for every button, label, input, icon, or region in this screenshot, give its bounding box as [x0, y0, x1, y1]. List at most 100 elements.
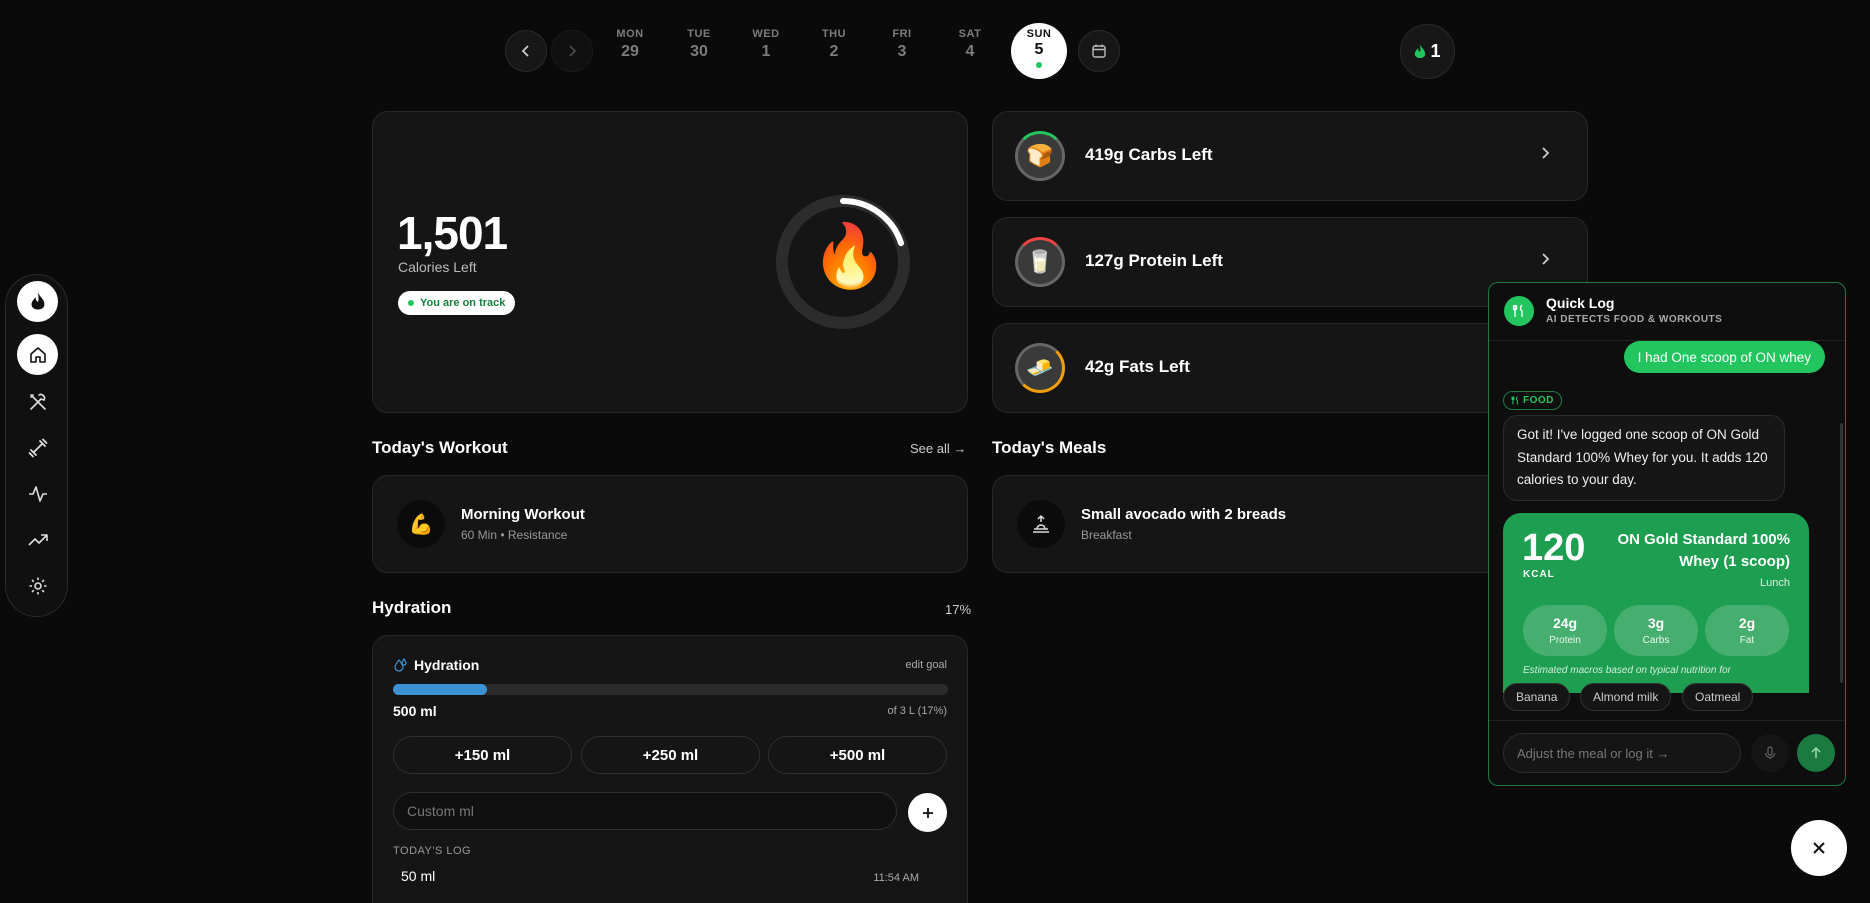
chevron-right-icon [1542, 253, 1550, 265]
day-name: SAT [958, 28, 982, 40]
next-day-button[interactable] [551, 30, 593, 72]
day-thu[interactable]: THU 2 [809, 28, 859, 61]
sidebar-item-meals[interactable] [17, 381, 58, 422]
day-wed[interactable]: WED 1 [741, 28, 791, 61]
macro-value: 24g [1552, 615, 1578, 631]
chevron-right-icon [1542, 147, 1550, 159]
chat-scrollbar[interactable] [1840, 423, 1843, 683]
todays-log-title: TODAY'S LOG [393, 845, 472, 857]
user-message: I had One scoop of ON whey [1623, 341, 1825, 373]
macro-card-carbs[interactable]: 🍞 419g Carbs Left [992, 111, 1588, 201]
meal-label: Lunch [1760, 577, 1790, 589]
add-500ml-button[interactable]: +500 ml [768, 736, 947, 774]
hydration-goal: of 3 L (17%) [887, 705, 947, 717]
day-name: TUE [687, 28, 711, 40]
hydration-percent: 17% [945, 602, 972, 617]
flame-logo-icon [30, 291, 44, 309]
fats-label: 42g Fats Left [1085, 357, 1190, 376]
hydration-amount: 500 ml [393, 703, 437, 719]
see-all-link[interactable]: See all → [910, 441, 966, 456]
activity-icon [28, 485, 47, 502]
macro-value: 2g [1738, 615, 1756, 631]
chevron-left-icon [521, 45, 529, 57]
today-dot [1036, 62, 1042, 68]
close-icon [1813, 842, 1825, 854]
quick-log-subtitle: AI DETECTS FOOD & WORKOUTS [1546, 314, 1723, 325]
protein-label: 127g Protein Left [1085, 251, 1223, 270]
workout-card[interactable]: 💪 Morning Workout 60 Min • Resistance [372, 475, 968, 573]
utensils-badge-icon [1504, 296, 1534, 326]
day-number: 29 [621, 43, 639, 60]
macro-fat-pill: 2g Fat [1705, 605, 1789, 656]
prev-day-button[interactable] [505, 30, 547, 72]
day-sat[interactable]: SAT 4 [945, 28, 995, 61]
meal-type: Breakfast [1081, 528, 1132, 542]
flame-icon [1415, 43, 1426, 58]
microphone-icon [1764, 746, 1776, 759]
suggestion-chip[interactable]: Banana [1503, 683, 1571, 711]
meals-section-title: Today's Meals [992, 438, 1107, 457]
sidebar-logo[interactable] [17, 281, 58, 322]
hydration-progress-track [393, 684, 948, 695]
day-name: SUN [1026, 28, 1052, 40]
custom-ml-input[interactable]: Custom ml [393, 792, 897, 830]
divider [1489, 720, 1845, 721]
sidebar-item-workouts[interactable] [17, 427, 58, 468]
day-sun-selected[interactable]: SUN 5 [1011, 23, 1067, 79]
status-dot [408, 300, 414, 306]
macro-protein-pill: 24g Protein [1523, 605, 1607, 656]
bread-icon: 🍞 [1015, 131, 1065, 181]
ai-message: Got it! I've logged one scoop of ON Gold… [1503, 415, 1785, 501]
macro-label: Carbs [1642, 635, 1670, 646]
suggestion-chip[interactable]: Oatmeal [1682, 683, 1754, 711]
calendar-button[interactable] [1078, 30, 1120, 72]
sidebar-item-activity[interactable] [17, 473, 58, 514]
streak-badge[interactable]: 1 [1400, 24, 1455, 79]
streak-count: 1 [1430, 41, 1441, 61]
add-water-button[interactable] [908, 793, 947, 832]
day-name: THU [821, 28, 847, 40]
add-250ml-button[interactable]: +250 ml [581, 736, 760, 774]
hydration-progress-fill [393, 684, 488, 695]
water-drop-icon [394, 658, 407, 672]
workout-name: Morning Workout [461, 506, 585, 523]
sunrise-icon [1017, 500, 1065, 548]
quick-log-input[interactable]: Adjust the meal or log it → [1503, 733, 1741, 773]
day-number: 2 [829, 43, 839, 60]
edit-goal-link[interactable]: edit goal [905, 659, 947, 671]
sidebar-item-home[interactable] [17, 334, 58, 375]
food-tag: FOOD [1503, 391, 1562, 410]
estimate-note: Estimated macros based on typical nutrit… [1523, 665, 1731, 676]
day-number: 30 [690, 43, 708, 60]
day-number: 5 [1034, 41, 1044, 58]
log-time: 11:54 AM [873, 872, 919, 884]
status-badge: You are on track [398, 291, 516, 315]
arrow-up-icon [1811, 746, 1821, 758]
suggestion-chip[interactable]: Almond milk [1580, 683, 1672, 711]
close-quick-log-button[interactable] [1791, 820, 1847, 876]
day-name: FRI [892, 28, 912, 40]
sidebar-item-settings[interactable] [17, 565, 58, 606]
status-text: You are on track [420, 297, 506, 309]
day-tue[interactable]: TUE 30 [674, 28, 724, 61]
trending-up-icon [27, 533, 48, 546]
quick-log-title: Quick Log [1546, 295, 1615, 311]
kcal-label: KCAL [1523, 569, 1555, 580]
mic-button[interactable] [1751, 734, 1789, 772]
butter-icon: 🧈 [1015, 343, 1065, 393]
sidebar-item-progress[interactable] [17, 519, 58, 560]
add-150ml-button[interactable]: +150 ml [393, 736, 572, 774]
food-tag-label: FOOD [1523, 395, 1554, 406]
macro-label: Protein [1549, 635, 1581, 646]
macro-value: 3g [1647, 615, 1665, 631]
log-amount: 50 ml [401, 868, 436, 884]
food-name: ON Gold Standard 100% Whey (1 scoop) [1617, 531, 1790, 570]
day-fri[interactable]: FRI 3 [877, 28, 927, 61]
day-mon[interactable]: MON 29 [605, 28, 655, 61]
send-button[interactable] [1797, 734, 1835, 772]
meal-name: Small avocado with 2 breads [1081, 506, 1287, 523]
sidebar [5, 274, 68, 617]
flexed-bicep-icon: 💪 [397, 500, 445, 548]
calendar-icon [1092, 44, 1106, 58]
day-number: 1 [761, 43, 771, 60]
